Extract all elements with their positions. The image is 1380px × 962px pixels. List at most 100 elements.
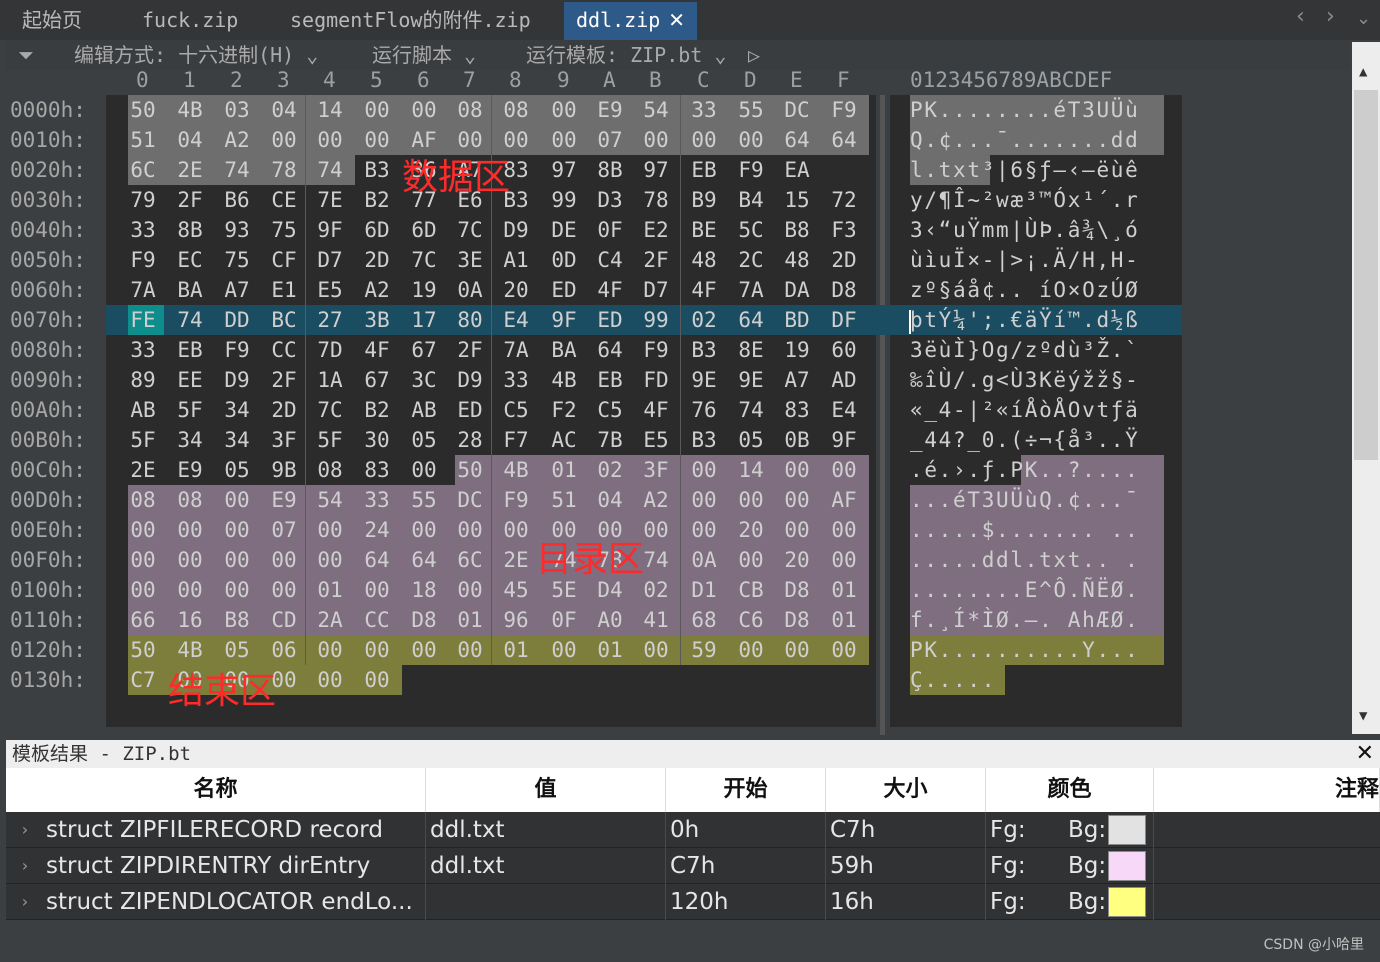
hex-byte[interactable]: ED [593, 305, 627, 335]
hex-byte[interactable]: 00 [407, 95, 441, 125]
ascii-row[interactable]: _44?_0.(÷¬{å³..Ÿ [910, 425, 1140, 455]
hex-byte[interactable]: 75 [220, 245, 254, 275]
ascii-row[interactable]: .....ddl.txt.. . [910, 545, 1140, 575]
hex-byte[interactable]: C5 [593, 395, 627, 425]
hex-byte[interactable]: DC [780, 95, 814, 125]
hex-byte[interactable]: 64 [593, 335, 627, 365]
hex-byte[interactable]: 8B [173, 215, 207, 245]
hex-byte[interactable]: 7A [126, 275, 160, 305]
hex-byte[interactable]: D3 [593, 185, 627, 215]
hex-byte[interactable]: A1 [499, 245, 533, 275]
ascii-row[interactable]: f.¸Í*ÌØ.–. AhÆØ. [910, 605, 1140, 635]
ascii-row[interactable]: ùìuÏ×-|>¡.Ä/H,H- [910, 245, 1140, 275]
hex-byte[interactable]: FE [126, 305, 160, 335]
hex-byte[interactable]: 54 [313, 485, 347, 515]
hex-byte[interactable]: 00 [780, 635, 814, 665]
hex-byte[interactable]: 9F [547, 305, 581, 335]
hex-byte[interactable]: E2 [639, 215, 673, 245]
hex-byte[interactable]: EB [593, 365, 627, 395]
chevron-down-icon[interactable]: ⌄ [1356, 8, 1371, 29]
ascii-row[interactable]: þtÝ¼';.€äŸí™.d½ß [910, 305, 1140, 335]
hex-byte[interactable]: 83 [780, 395, 814, 425]
hex-byte[interactable]: 72 [827, 185, 861, 215]
hex-byte[interactable]: 93 [220, 215, 254, 245]
hex-byte[interactable]: 00 [360, 125, 394, 155]
ascii-row[interactable]: ‰îÙ/.g<Ù3Këýžž§- [910, 365, 1140, 395]
hex-byte[interactable]: C6 [734, 605, 768, 635]
hex-byte[interactable]: 97 [639, 155, 673, 185]
col-value[interactable]: 值 [426, 768, 666, 812]
hex-byte[interactable]: CD [267, 605, 301, 635]
hex-byte[interactable]: D7 [313, 245, 347, 275]
hex-byte[interactable]: E4 [827, 395, 861, 425]
hex-byte[interactable]: DD [220, 305, 254, 335]
tab-start-page[interactable]: 起始页 [22, 0, 82, 40]
hex-byte[interactable]: A2 [639, 485, 673, 515]
hex-byte[interactable]: 54 [639, 95, 673, 125]
hex-byte[interactable]: 20 [499, 275, 533, 305]
col-name[interactable]: 名称 [6, 768, 426, 812]
col-start[interactable]: 开始 [666, 768, 826, 812]
hex-byte[interactable]: D9 [453, 365, 487, 395]
hex-byte[interactable]: DC [453, 485, 487, 515]
hex-byte[interactable]: E9 [593, 95, 627, 125]
hex-byte[interactable]: 74 [734, 395, 768, 425]
hex-byte[interactable]: 08 [453, 95, 487, 125]
ascii-row[interactable]: Q.¢...¯.......dd [910, 125, 1140, 155]
hex-byte[interactable]: CB [734, 575, 768, 605]
hex-byte[interactable]: 30 [360, 425, 394, 455]
hex-byte[interactable]: 50 [453, 455, 487, 485]
hex-byte[interactable]: 2E [126, 455, 160, 485]
hex-byte[interactable]: B3 [687, 425, 721, 455]
hex-byte[interactable]: 00 [734, 635, 768, 665]
hex-byte[interactable]: 6D [360, 215, 394, 245]
hex-byte[interactable]: BC [267, 305, 301, 335]
run-script-dropdown[interactable]: 运行脚本 ⌄ [372, 40, 476, 70]
hex-byte[interactable]: EA [780, 155, 814, 185]
hex-byte[interactable]: 60 [827, 335, 861, 365]
hex-byte[interactable]: 00 [547, 95, 581, 125]
hex-byte[interactable]: 89 [126, 365, 160, 395]
hex-byte[interactable]: 00 [687, 125, 721, 155]
hex-byte[interactable]: D8 [827, 275, 861, 305]
hex-byte[interactable]: 00 [220, 515, 254, 545]
play-icon[interactable]: ▷ [748, 40, 760, 70]
hex-byte[interactable]: FD [639, 365, 673, 395]
hex-byte[interactable]: 00 [827, 635, 861, 665]
hex-byte[interactable]: 50 [126, 635, 160, 665]
hex-byte[interactable]: EB [173, 335, 207, 365]
hex-byte[interactable]: 7A [499, 335, 533, 365]
hex-byte[interactable]: 68 [687, 605, 721, 635]
hex-byte[interactable]: 55 [407, 485, 441, 515]
hex-byte[interactable]: DA [780, 275, 814, 305]
hex-byte[interactable]: C4 [593, 245, 627, 275]
hex-byte[interactable]: CF [267, 245, 301, 275]
ascii-row[interactable]: ........E^Ô.ÑËØ. [910, 575, 1140, 605]
hex-byte[interactable]: 00 [687, 515, 721, 545]
result-row[interactable]: › struct ZIPENDLOCATOR endLo... 120h 16h Fg:… [6, 884, 1380, 920]
hex-byte[interactable]: A7 [780, 365, 814, 395]
hex-byte[interactable]: 01 [313, 575, 347, 605]
hex-byte[interactable]: 00 [313, 125, 347, 155]
hex-byte[interactable]: 8B [593, 155, 627, 185]
hex-byte[interactable]: B2 [360, 395, 394, 425]
ascii-row[interactable]: PK..........Y... [910, 635, 1140, 665]
close-icon[interactable]: ✕ [668, 8, 685, 32]
hex-byte[interactable]: 78 [639, 185, 673, 215]
hex-byte[interactable]: 00 [126, 545, 160, 575]
hex-byte[interactable]: 6C [126, 155, 160, 185]
hex-byte[interactable]: 7A [734, 275, 768, 305]
bg-color-swatch[interactable] [1108, 887, 1146, 917]
hex-byte[interactable]: 99 [639, 305, 673, 335]
hex-byte[interactable]: 74 [639, 545, 673, 575]
hex-byte[interactable]: 02 [639, 575, 673, 605]
hex-byte[interactable]: D9 [499, 215, 533, 245]
ascii-row[interactable]: l.txt³|6§ƒ—‹—ëùê [910, 155, 1140, 185]
hex-byte[interactable]: 64 [407, 545, 441, 575]
hex-byte[interactable]: 0A [687, 545, 721, 575]
hex-byte[interactable]: CC [360, 605, 394, 635]
hex-byte[interactable]: 76 [687, 395, 721, 425]
hex-byte[interactable]: D7 [639, 275, 673, 305]
col-comment[interactable]: 注释 [1154, 768, 1380, 812]
hex-byte[interactable]: 33 [687, 95, 721, 125]
